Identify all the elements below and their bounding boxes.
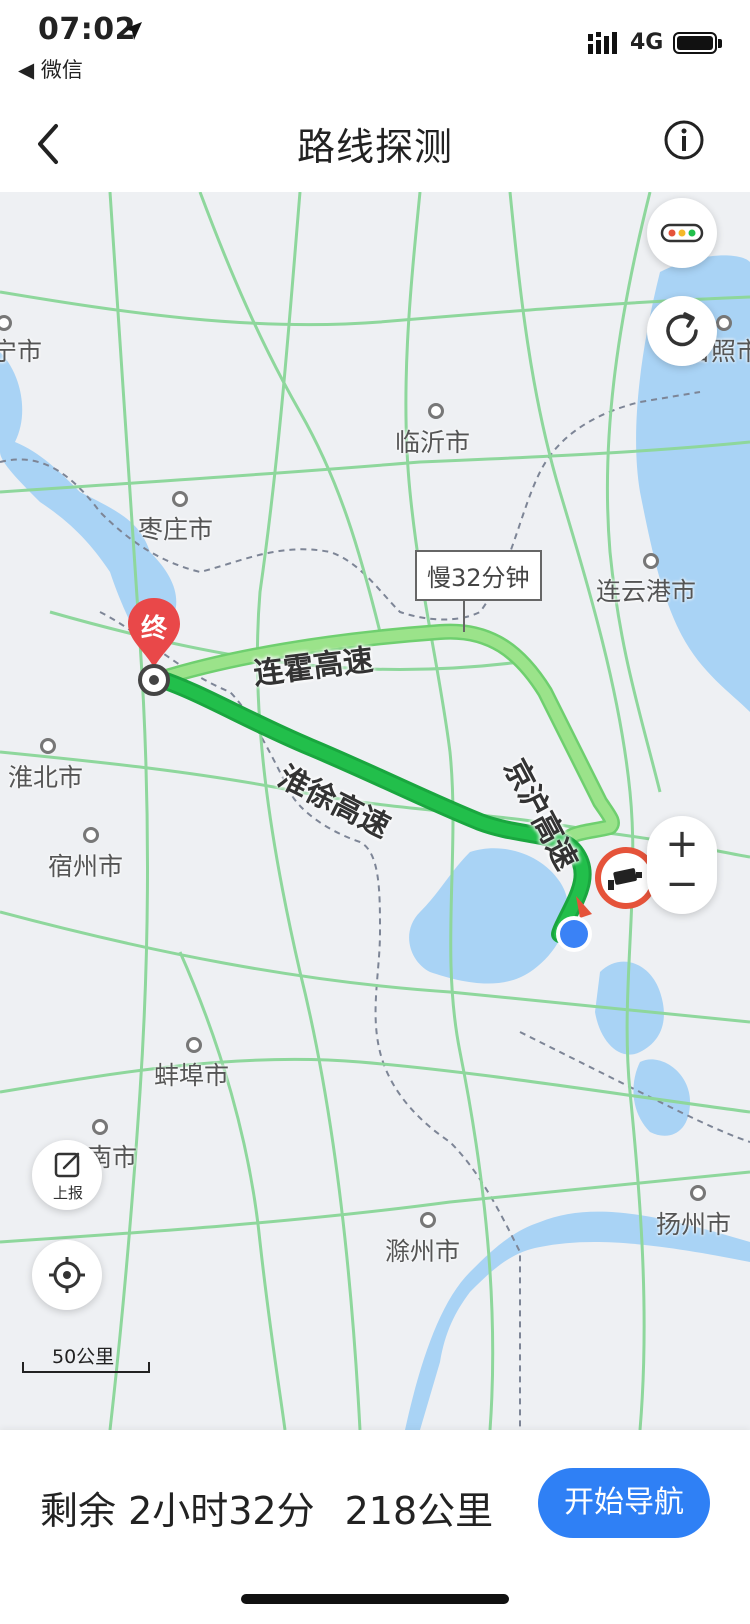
city-dot bbox=[690, 1185, 706, 1201]
battery-icon bbox=[673, 32, 717, 54]
route-summary: 剩余 2小时32分 218公里 bbox=[40, 1480, 493, 1535]
location-arrow-icon bbox=[124, 22, 142, 40]
locate-me-button[interactable] bbox=[32, 1240, 102, 1310]
refresh-button[interactable] bbox=[647, 296, 717, 366]
city-label: 枣庄市 bbox=[138, 515, 214, 544]
city-label: 扬州市 bbox=[656, 1210, 732, 1239]
city-label: 宁市 bbox=[0, 337, 43, 366]
city-label: 淮北市 bbox=[8, 763, 84, 792]
city-dot bbox=[186, 1037, 202, 1053]
city-dot bbox=[420, 1212, 436, 1228]
traffic-light-icon bbox=[660, 223, 704, 243]
status-bar: 07:02 ◀ 微信 4G bbox=[0, 0, 750, 96]
zoom-control: + − bbox=[647, 816, 717, 914]
home-indicator[interactable] bbox=[241, 1594, 509, 1604]
battery-nub bbox=[718, 39, 722, 48]
info-icon[interactable] bbox=[662, 118, 706, 162]
end-marker-label: 终 bbox=[140, 614, 167, 644]
city-label: 连云港市 bbox=[596, 577, 697, 606]
remaining-time: 剩余 2小时32分 bbox=[40, 1489, 315, 1533]
city-label: 临沂市 bbox=[395, 428, 471, 457]
network-type: 4G bbox=[630, 30, 664, 55]
traffic-toggle-button[interactable] bbox=[647, 198, 717, 268]
report-button[interactable]: 上报 bbox=[32, 1140, 102, 1210]
city-label: 蚌埠市 bbox=[154, 1061, 230, 1090]
back-to-app-link[interactable]: ◀ 微信 bbox=[18, 54, 83, 84]
city-dot bbox=[428, 403, 444, 419]
delay-callout[interactable]: 慢32分钟 bbox=[415, 550, 542, 601]
city-dot bbox=[92, 1119, 108, 1135]
zoom-in-button[interactable]: + bbox=[647, 824, 717, 864]
remaining-distance: 218公里 bbox=[344, 1489, 494, 1533]
city-label: 滁州市 bbox=[385, 1237, 461, 1266]
refresh-icon bbox=[666, 312, 698, 347]
city-dot bbox=[40, 738, 56, 754]
city-dot bbox=[83, 827, 99, 843]
city-label: 宿州市 bbox=[48, 852, 124, 881]
start-navigation-button[interactable]: 开始导航 bbox=[538, 1468, 710, 1538]
city-dot bbox=[716, 315, 732, 331]
page-title: 路线探测 bbox=[296, 125, 453, 169]
edit-report-icon bbox=[54, 1152, 80, 1178]
report-label: 上报 bbox=[52, 1184, 83, 1202]
nav-bar: 路线探测 bbox=[0, 96, 750, 192]
zoom-out-button[interactable]: − bbox=[647, 864, 717, 904]
signal-icon bbox=[588, 32, 617, 54]
crosshair-icon bbox=[49, 1257, 85, 1293]
scale-line bbox=[22, 1362, 150, 1373]
current-location-marker bbox=[556, 896, 592, 952]
city-dot bbox=[643, 553, 659, 569]
city-dot bbox=[172, 491, 188, 507]
map-view[interactable]: 宁市 日照市 临沂市 枣庄市 连云港市 淮北市 宿州市 蚌埠市 淮南市 滁州市 … bbox=[0, 192, 750, 1430]
